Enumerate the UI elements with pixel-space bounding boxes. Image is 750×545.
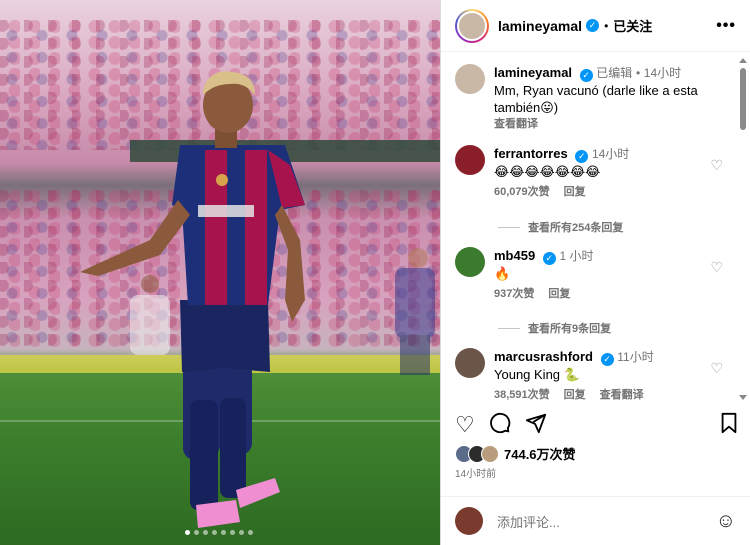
carousel-dot <box>230 530 235 535</box>
current-user-avatar <box>455 507 483 535</box>
footballer-figure <box>80 71 435 528</box>
comment-time: 14小时 <box>591 147 630 161</box>
comment-text: 🔥 <box>494 266 511 281</box>
scroll-down-icon[interactable] <box>739 395 747 400</box>
more-options-icon[interactable]: ••• <box>716 17 736 35</box>
post-header: lamineyamal ✓ • 已关注 ••• <box>441 0 750 52</box>
commenter-avatar[interactable] <box>455 145 485 175</box>
author-username[interactable]: lamineyamal <box>498 18 582 34</box>
comment-like-heart-icon[interactable]: ♡ <box>710 360 723 377</box>
caption-text: Mm, Ryan vacunó (darle like a esta tambi… <box>494 83 698 115</box>
scrollbar-thumb[interactable] <box>740 68 746 130</box>
comment-item: marcusrashford ✓ 11小时 Young King 🐍 38,59… <box>455 348 731 402</box>
verified-badge-icon: ✓ <box>575 150 589 163</box>
carousel-dot <box>221 530 226 535</box>
comment-likes[interactable]: 937次赞 <box>494 286 534 303</box>
carousel-dot-active <box>185 530 190 535</box>
heart-icon[interactable]: ♡ <box>455 414 475 436</box>
carousel-dot <box>239 530 244 535</box>
smiley-icon[interactable]: ☺ <box>716 510 736 533</box>
comment-item: ferrantorres ✓ 14小时 😂😂😂😂😂😂😂 60,079次赞 回复 … <box>455 145 731 201</box>
comment-input[interactable]: 添加评论... <box>497 512 560 531</box>
liker-avatar <box>481 444 499 463</box>
carousel-dot <box>203 530 208 535</box>
verified-badge-icon: ✓ <box>600 353 614 366</box>
post-details-panel: lamineyamal ✓ • 已关注 ••• lamineyamal ✓ 已编… <box>440 0 750 545</box>
comment-like-heart-icon[interactable]: ♡ <box>710 157 723 174</box>
comment-item: mb459 ✓ 1 小时 🔥 937次赞 回复 ♡ <box>455 247 731 303</box>
likes-count[interactable]: 744.6万次赞 <box>504 444 576 463</box>
commenter-avatar[interactable] <box>455 348 485 378</box>
carousel-dot <box>194 530 199 535</box>
verified-badge-icon: ✓ <box>586 19 600 32</box>
reply-button[interactable]: 回复 <box>564 184 586 201</box>
carousel-dot <box>248 530 253 535</box>
post-actions: ♡ <box>455 408 739 442</box>
post-time: 14小时前 <box>455 469 497 480</box>
separator-dot: • <box>604 18 609 33</box>
comment-time: 11小时 <box>617 350 654 364</box>
caption-avatar[interactable] <box>455 64 485 94</box>
post-photo[interactable] <box>0 0 440 545</box>
translate-link[interactable]: 查看翻译 <box>494 116 731 133</box>
scroll-up-icon[interactable] <box>739 58 747 63</box>
comments-scrollbar[interactable] <box>739 58 747 400</box>
likes-summary[interactable]: 744.6万次赞 <box>455 444 576 463</box>
commenter-avatar[interactable] <box>455 247 485 277</box>
translate-link[interactable]: 查看翻译 <box>600 387 644 402</box>
comment-text: Young King 🐍 <box>494 367 580 382</box>
carousel-dot <box>212 530 217 535</box>
comment-username[interactable]: marcusrashford <box>494 349 593 364</box>
separator-dot: • <box>635 66 641 80</box>
carousel-dots <box>185 530 253 535</box>
comment-text: 😂😂😂😂😂😂😂 <box>494 164 601 179</box>
comments-list: lamineyamal ✓ 已编辑 • 14小时 Mm, Ryan vacunó… <box>441 52 737 402</box>
comment-likes[interactable]: 38,591次赞 <box>494 387 550 402</box>
follow-status-button[interactable]: 已关注 <box>613 16 652 35</box>
caption-username[interactable]: lamineyamal <box>494 65 572 80</box>
reply-button[interactable]: 回复 <box>564 387 586 402</box>
comment-icon[interactable] <box>489 412 511 438</box>
edited-label: 已编辑 <box>596 66 633 80</box>
send-icon[interactable] <box>525 412 547 438</box>
verified-badge-icon: ✓ <box>579 69 593 82</box>
comment-time: 1 小时 <box>559 249 594 263</box>
caption-time: 14小时 <box>643 66 682 80</box>
verified-badge-icon: ✓ <box>542 252 556 265</box>
view-replies-link[interactable]: 查看所有254条回复 <box>498 219 623 235</box>
view-replies-link[interactable]: 查看所有9条回复 <box>498 320 611 336</box>
comment-username[interactable]: ferrantorres <box>494 146 568 161</box>
caption: lamineyamal ✓ 已编辑 • 14小时 Mm, Ryan vacunó… <box>455 64 731 133</box>
comment-like-heart-icon[interactable]: ♡ <box>710 259 723 276</box>
reply-button[interactable]: 回复 <box>548 286 570 303</box>
bookmark-icon[interactable] <box>719 412 739 438</box>
comment-likes[interactable]: 60,079次赞 <box>494 184 550 201</box>
author-avatar[interactable] <box>455 8 489 43</box>
comment-username[interactable]: mb459 <box>494 248 535 263</box>
add-comment-bar: 添加评论... ☺ <box>441 496 750 545</box>
